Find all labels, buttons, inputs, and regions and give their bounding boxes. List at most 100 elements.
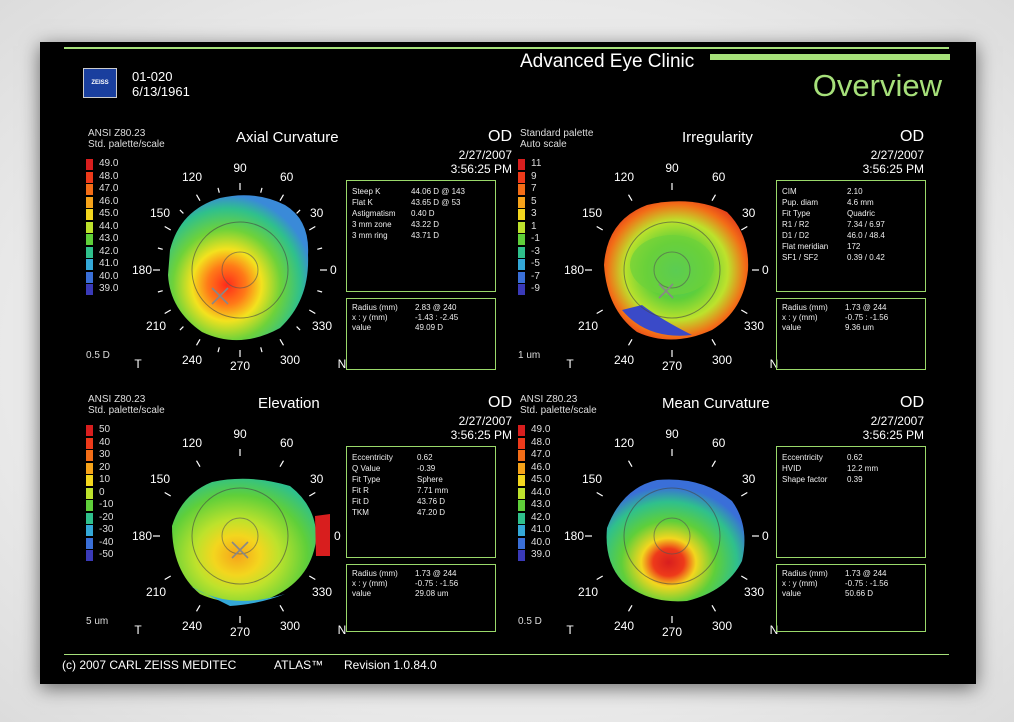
angle-label: 0 — [330, 263, 337, 277]
exam-time: 3:56:25 PM — [862, 162, 924, 176]
angle-label: 60 — [712, 436, 726, 450]
info-label: R1 / R2 — [782, 220, 810, 229]
info-value: 2.10 — [847, 187, 863, 196]
footer-product: ATLAS™ — [274, 658, 324, 672]
scale-label: 43.0 — [99, 233, 119, 244]
info-value: 44.06 D @ 143 — [411, 187, 465, 196]
cursor-value: -0.75 : -1.56 — [415, 579, 459, 588]
info-value: 12.2 mm — [847, 464, 879, 473]
angle-label: 180 — [132, 529, 152, 543]
info-label: HVID — [782, 464, 802, 473]
angle-label: 60 — [280, 436, 294, 450]
cursor-info-box: Radius (mm) 1.73 @ 244 x : y (mm) -0.75 : … — [346, 564, 496, 632]
cursor-label: value — [352, 589, 372, 598]
eye-label: OD — [900, 128, 924, 145]
footer-rule — [64, 654, 949, 655]
corneal-map[interactable]: 90 60 120 30 150 0 180 330 210 300 240 2… — [120, 150, 360, 370]
palette-standard-label: ANSI Z80.23 — [88, 394, 146, 405]
cursor-label: Radius (mm) — [782, 303, 828, 312]
scale-label: -3 — [531, 245, 540, 257]
map-title: Irregularity — [682, 129, 753, 146]
header-top-rule — [64, 47, 949, 49]
info-label: Astigmatism — [352, 209, 396, 218]
scale-label: 50 — [99, 424, 111, 435]
cursor-label: x : y (mm) — [782, 313, 818, 322]
info-value: 4.6 mm — [847, 198, 874, 207]
scale-label: 10 — [99, 474, 111, 485]
angle-label: 210 — [578, 319, 598, 333]
scale-label: -40 — [99, 536, 114, 548]
angle-label: 120 — [182, 436, 202, 450]
scale-step-label: 0.5 D — [518, 616, 542, 627]
cursor-label: value — [782, 323, 802, 332]
cursor-value: 2.83 @ 240 — [415, 303, 457, 312]
cursor-label: value — [352, 323, 372, 332]
scale-label: 46.0 — [99, 195, 119, 207]
info-label: Fit D — [352, 497, 369, 506]
cursor-value: -0.75 : -1.56 — [845, 579, 889, 588]
info-label: Flat meridian — [782, 242, 829, 251]
patient-id: 01-020 — [132, 69, 173, 84]
info-value: 43.22 D — [411, 220, 440, 229]
info-value: -0.39 — [417, 464, 436, 473]
cursor-label: x : y (mm) — [352, 313, 388, 322]
cursor-label: Radius (mm) — [352, 569, 398, 578]
exam-date: 2/27/2007 — [458, 414, 512, 428]
info-value: 7.34 / 6.97 — [847, 220, 885, 229]
exam-time: 3:56:25 PM — [862, 428, 924, 442]
cursor-info-box: Radius (mm) 2.83 @ 240 x : y (mm) -1.43 : … — [346, 298, 496, 370]
scale-label: 41.0 — [99, 258, 119, 269]
info-label: Flat K — [352, 198, 373, 207]
panel-irregularity: Standard palette Auto scale Irregularity… — [512, 128, 942, 390]
scale-label: 3 — [531, 208, 537, 219]
corneal-map[interactable]: 90 60 120 30 150 0 180 330 210 300 240 2… — [120, 416, 360, 636]
scale-label: 48.0 — [99, 170, 119, 182]
corneal-map[interactable]: 90 60 120 30 150 0 180 330 210 300 240 2… — [552, 150, 792, 370]
scale-label: 44.0 — [99, 220, 119, 232]
scale-label: -5 — [531, 258, 540, 269]
angle-label: 30 — [310, 472, 324, 486]
temporal-label: T — [134, 357, 142, 370]
elevation-info-box: Eccentricity 0.62 Q Value -0.39 Fit Type Sp… — [346, 446, 496, 558]
map-title: Elevation — [258, 395, 320, 412]
corneal-map[interactable]: 90 60 120 30 150 0 180 330 210 300 240 2… — [552, 416, 792, 636]
scale-step-label: 5 um — [86, 616, 109, 627]
scale-label: 7 — [531, 183, 537, 194]
angle-label: 300 — [280, 619, 300, 633]
info-label: Fit R — [352, 486, 369, 495]
map-title: Mean Curvature — [662, 395, 770, 412]
scale-label: -7 — [531, 270, 540, 282]
scale-label: 30 — [99, 449, 111, 460]
angle-label: 90 — [665, 161, 679, 175]
angle-label: 330 — [744, 585, 764, 599]
palette-scale-label: Auto scale — [520, 139, 567, 150]
angle-label: 30 — [742, 206, 756, 220]
cursor-value: -1.43 : -2.45 — [415, 313, 459, 322]
angle-label: 60 — [712, 170, 726, 184]
angle-label: 210 — [578, 585, 598, 599]
scale-label: 40.0 — [99, 270, 119, 282]
info-value: 0.40 D — [411, 209, 435, 218]
temporal-label: T — [566, 623, 574, 636]
scale-label: -10 — [99, 499, 114, 510]
angle-label: 180 — [132, 263, 152, 277]
info-value: 172 — [847, 242, 861, 251]
cursor-value: 1.73 @ 244 — [845, 303, 887, 312]
cursor-info-box: Radius (mm) 1.73 @ 244 x : y (mm) -0.75 : … — [776, 564, 926, 632]
info-value: 46.0 / 48.4 — [847, 231, 885, 240]
angle-label: 270 — [662, 359, 682, 370]
cursor-value: -0.75 : -1.56 — [845, 313, 889, 322]
angle-label: 270 — [230, 625, 250, 636]
angle-label: 90 — [665, 427, 679, 441]
scale-label: 42.0 — [531, 511, 551, 523]
view-title: Overview — [812, 68, 942, 103]
info-value: Sphere — [417, 475, 443, 484]
scale-label: 0 — [99, 486, 105, 498]
exam-date: 2/27/2007 — [870, 148, 924, 162]
temporal-label: T — [566, 357, 574, 370]
palette-scale-label: Std. palette/scale — [520, 405, 597, 416]
info-value: 43.71 D — [411, 231, 440, 240]
angle-label: 0 — [762, 263, 769, 277]
angle-label: 210 — [146, 585, 166, 599]
scale-label: 39.0 — [99, 283, 119, 294]
